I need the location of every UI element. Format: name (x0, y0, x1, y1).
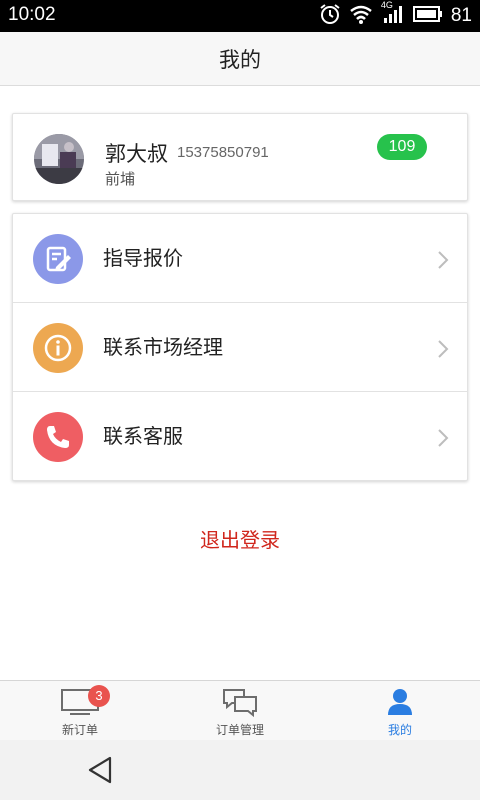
network-type: 4G (380, 0, 393, 10)
back-icon[interactable] (86, 755, 114, 789)
profile-name: 郭大叔 (105, 142, 168, 166)
status-bar: 10:02 4G 81 (0, 0, 480, 32)
edit-icon (33, 234, 83, 284)
status-icons: 4G 81 (319, 0, 472, 29)
page-title: 我的 (219, 47, 261, 72)
menu-item-label: 指导报价 (103, 246, 183, 270)
tab-new-orders[interactable]: 3 新订单 (0, 681, 160, 741)
logout-button[interactable]: 退出登录 (0, 524, 480, 553)
phone-icon (33, 412, 83, 462)
menu-card: 指导报价 联系市场经理 联系客服 (12, 213, 468, 481)
battery-icon (412, 5, 443, 27)
wifi-icon (349, 3, 373, 29)
menu-item-contact-support[interactable]: 联系客服 (13, 392, 467, 481)
system-nav-bar (0, 740, 480, 800)
signal-icon: 4G (380, 0, 405, 29)
chevron-right-icon (437, 339, 449, 363)
profile-location: 前埔 (105, 170, 136, 188)
person-icon (386, 687, 414, 721)
notification-badge: 3 (88, 685, 110, 707)
profile-card[interactable]: 郭大叔 15375850791 前埔 109 (12, 113, 468, 201)
chevron-right-icon (437, 428, 449, 452)
points-badge: 109 (377, 134, 427, 160)
status-time: 10:02 (8, 4, 56, 25)
menu-item-contact-manager[interactable]: 联系市场经理 (13, 303, 467, 392)
bottom-tab-bar: 3 新订单 订单管理 我的 (0, 680, 480, 740)
menu-item-quote-guide[interactable]: 指导报价 (13, 214, 467, 303)
chevron-right-icon (437, 250, 449, 274)
menu-item-label: 联系市场经理 (103, 335, 223, 359)
battery-level: 81 (450, 5, 472, 26)
tab-label: 新订单 (61, 723, 98, 737)
chat-icon (221, 687, 259, 723)
menu-item-label: 联系客服 (103, 424, 183, 448)
alarm-icon (319, 3, 341, 29)
title-bar: 我的 (0, 32, 480, 86)
profile-phone: 15375850791 (177, 144, 269, 161)
info-icon (33, 323, 83, 373)
tab-label: 订单管理 (215, 723, 264, 737)
tab-order-management[interactable]: 订单管理 (160, 681, 320, 741)
tab-mine[interactable]: 我的 (320, 681, 480, 741)
avatar[interactable] (34, 134, 84, 184)
tab-label: 我的 (387, 723, 412, 737)
